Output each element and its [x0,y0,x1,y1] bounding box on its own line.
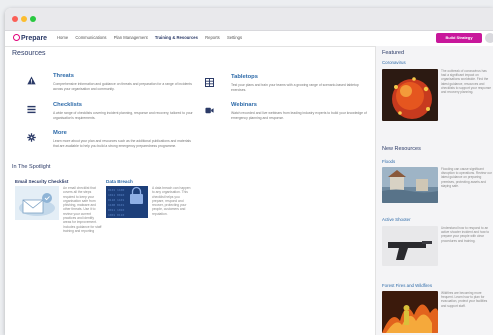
spotlight-card-text: A data breach can happen to any organisa… [152,186,191,216]
resource-checklists-description: A wide range of checklists covering inci… [53,111,193,120]
new-resource-title[interactable]: Floods [382,159,395,164]
right-sidebar: Featured Coronavirus The outbreak of cor… [375,46,493,335]
warning-triangle-icon [27,76,36,85]
table-icon [205,78,214,87]
nav-links: Home Communications Plan Management Trai… [57,35,248,40]
checklist-icon [27,105,36,114]
video-camera-icon [205,107,214,114]
svg-text:0110 1101: 0110 1101 [108,198,124,202]
resources-panel: Resources Threats Comprehensive informat… [5,46,373,335]
nav-home[interactable]: Home [57,35,68,40]
nav-reports[interactable]: Reports [205,35,220,40]
resource-more-description: Learn more about your plan and resources… [53,139,191,148]
new-resource-text: Wildfires are becoming more frequent. Le… [441,291,488,308]
resource-tabletops-description: Test your plans and train your teams wit… [231,83,359,92]
floods-image [382,167,438,203]
resource-tabletops-title[interactable]: Tabletops [231,74,258,80]
active-shooter-image [382,226,438,266]
app-logo[interactable]: Prepare [13,34,47,42]
build-strategy-button[interactable]: Build Strategy [436,33,482,43]
spotlight-heading: In The Spotlight [12,164,51,170]
title-bar [5,8,493,31]
svg-text:1100 0101: 1100 0101 [108,203,124,207]
featured-label: Featured [382,50,405,56]
spotlight-card-text: An email checklist that covers all the s… [63,186,102,234]
resource-threats-title[interactable]: Threats [53,73,74,79]
page-title: Resources [12,50,46,57]
wildfires-image [382,291,438,333]
featured-link[interactable]: Coronavirus [382,60,406,65]
browser-window: Prepare Home Communications Plan Managem… [5,8,493,335]
maximize-window-icon[interactable] [30,16,36,22]
new-resource-text: Flooding can cause significant disruptio… [441,167,492,188]
featured-description: The outbreak of coronavirus has had a si… [441,69,491,95]
nav-training-resources[interactable]: Training & Resources [155,35,198,40]
logo-mark-icon [13,34,20,41]
nav-plan-management[interactable]: Plan Management [114,35,148,40]
svg-text:0101 1100: 0101 1100 [108,188,124,192]
resource-webinars-title[interactable]: Webinars [231,102,257,108]
svg-text:1011 0010: 1011 0010 [108,193,124,197]
new-resources-label: New Resources [382,146,421,152]
nav-settings[interactable]: Settings [227,35,242,40]
top-navigation: Prepare Home Communications Plan Managem… [5,31,493,47]
nav-communications[interactable]: Communications [75,35,106,40]
spotlight-card-title[interactable]: Email Security Checklist [15,179,68,184]
new-resource-text: Understand how to respond to an active s… [441,226,490,243]
minimize-window-icon[interactable] [21,16,27,22]
resource-more-title[interactable]: More [53,130,67,136]
svg-text:1001 0110: 1001 0110 [108,213,124,217]
logo-text: Prepare [21,35,48,42]
data-breach-thumbnail: 0101 11001011 00100110 11011100 01010011… [106,186,148,218]
resource-webinars-description: Watch recorded and live webinars from le… [231,111,367,120]
close-window-icon[interactable] [12,16,18,22]
new-resource-title[interactable]: Active Shooter [382,217,411,222]
email-security-thumbnail [15,186,59,220]
gear-icon [27,133,36,142]
featured-coronavirus-image[interactable] [382,69,438,121]
spotlight-card-title[interactable]: Data Breach [106,179,133,184]
svg-text:0011 1010: 0011 1010 [108,208,124,212]
resource-checklists-title[interactable]: Checklists [53,102,82,108]
resource-threats-description: Comprehensive information and guidance o… [53,82,192,91]
new-resource-title[interactable]: Forest Fires and Wildfires [382,283,432,288]
avatar[interactable] [485,33,493,43]
